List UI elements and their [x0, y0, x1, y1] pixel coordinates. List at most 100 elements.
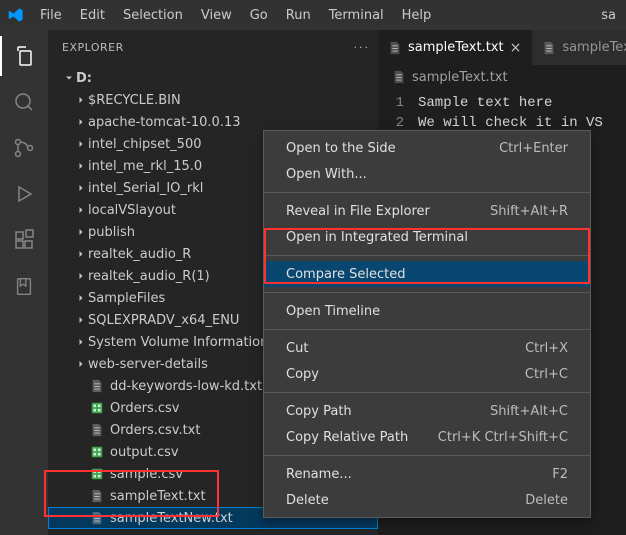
editor-tabs: sampleText.txt × sampleText	[378, 30, 626, 65]
table-icon	[88, 467, 106, 481]
ctx-item[interactable]: Open to the Side Ctrl+Enter	[264, 135, 590, 161]
close-icon[interactable]: ×	[510, 40, 522, 56]
ctx-item[interactable]: Cut Ctrl+X	[264, 335, 590, 361]
tree-item-label: intel_Serial_IO_rkl	[88, 181, 203, 196]
ctx-item[interactable]: Open Timeline	[264, 298, 590, 324]
tree-item-label: sampleTextNew.txt	[110, 511, 233, 526]
separator	[264, 292, 590, 293]
explorer-icon[interactable]	[0, 36, 48, 76]
menu-terminal[interactable]: Terminal	[321, 4, 392, 27]
ctx-label: Rename...	[286, 467, 352, 482]
run-debug-icon[interactable]	[0, 174, 48, 214]
file-icon	[88, 511, 106, 525]
tree-item-label: web-server-details	[88, 357, 208, 372]
tree-item-label: dd-keywords-low-kd.txt	[110, 379, 262, 394]
ctx-item[interactable]: Reveal in File Explorer Shift+Alt+R	[264, 198, 590, 224]
tree-root-label: D:	[76, 71, 92, 86]
tree-item-label: output.csv	[110, 445, 179, 460]
menu-file[interactable]: File	[32, 4, 70, 27]
tree-item-label: apache-tomcat-10.0.13	[88, 115, 241, 130]
more-icon[interactable]: ···	[354, 41, 371, 54]
separator	[264, 392, 590, 393]
chevron-right-icon	[74, 336, 88, 348]
tree-item-label: realtek_audio_R	[88, 247, 191, 262]
tree-item-label: $RECYCLE.BIN	[88, 93, 181, 108]
ctx-item[interactable]: Open With...	[264, 161, 590, 187]
chevron-right-icon	[74, 358, 88, 370]
ctx-item[interactable]: Open in Integrated Terminal	[264, 224, 590, 250]
ctx-label: Open With...	[286, 167, 367, 182]
chevron-right-icon	[74, 226, 88, 238]
source-control-icon[interactable]	[0, 128, 48, 168]
ctx-hint: F2	[552, 467, 568, 482]
table-icon	[88, 445, 106, 459]
tree-item-label: sample.csv	[110, 467, 183, 482]
ctx-label: Open Timeline	[286, 304, 380, 319]
file-icon	[388, 41, 402, 55]
extensions-icon[interactable]	[0, 220, 48, 260]
ctx-hint: Ctrl+Enter	[499, 141, 568, 156]
tree-item-label: Orders.csv.txt	[110, 423, 200, 438]
code-text: Sample text here	[418, 93, 552, 113]
menu-selection[interactable]: Selection	[115, 4, 191, 27]
chevron-right-icon	[74, 182, 88, 194]
menubar: File Edit Selection View Go Run Terminal…	[0, 0, 626, 30]
ctx-item[interactable]: Rename... F2	[264, 461, 590, 487]
ctx-label: Delete	[286, 493, 329, 508]
chevron-down-icon	[62, 72, 76, 84]
menu-help[interactable]: Help	[394, 4, 440, 27]
tree-item-label: SampleFiles	[88, 291, 165, 306]
separator	[264, 329, 590, 330]
file-icon	[88, 423, 106, 437]
chevron-right-icon	[74, 94, 88, 106]
chevron-right-icon	[74, 160, 88, 172]
file-icon	[88, 379, 106, 393]
tab-sampletext[interactable]: sampleText.txt ×	[378, 30, 532, 65]
menu-go[interactable]: Go	[242, 4, 276, 27]
title-fragment: sa	[601, 8, 620, 23]
tree-item[interactable]: $RECYCLE.BIN	[48, 89, 378, 111]
ctx-hint: Delete	[525, 493, 568, 508]
breadcrumb[interactable]: sampleText.txt	[378, 65, 626, 89]
chevron-right-icon	[74, 270, 88, 282]
ctx-item[interactable]: Copy Ctrl+C	[264, 361, 590, 387]
tab-sampletext2[interactable]: sampleText	[532, 30, 626, 65]
ctx-hint: Ctrl+X	[525, 341, 568, 356]
tree-root[interactable]: D:	[48, 67, 378, 89]
explorer-title: EXPLORER	[62, 41, 124, 54]
table-icon	[88, 401, 106, 415]
separator	[264, 192, 590, 193]
bookmark-icon[interactable]	[0, 266, 48, 306]
explorer-header: EXPLORER ···	[48, 30, 378, 65]
chevron-right-icon	[74, 292, 88, 304]
tree-item-label: intel_chipset_500	[88, 137, 202, 152]
ctx-item[interactable]: Delete Delete	[264, 487, 590, 513]
menu-edit[interactable]: Edit	[72, 4, 113, 27]
ctx-hint: Ctrl+C	[525, 367, 568, 382]
breadcrumb-label: sampleText.txt	[412, 70, 508, 85]
search-icon[interactable]	[0, 82, 48, 122]
vscode-icon	[6, 5, 26, 25]
tree-item-label: System Volume Information	[88, 335, 268, 350]
ctx-item[interactable]: Compare Selected	[264, 261, 590, 287]
ctx-label: Copy Relative Path	[286, 430, 408, 445]
menu-run[interactable]: Run	[278, 4, 319, 27]
ctx-label: Reveal in File Explorer	[286, 204, 430, 219]
ctx-label: Cut	[286, 341, 308, 356]
tree-item-label: realtek_audio_R(1)	[88, 269, 210, 284]
chevron-right-icon	[74, 314, 88, 326]
tree-item-label: sampleText.txt	[110, 489, 206, 504]
separator	[264, 255, 590, 256]
tab-label: sampleText.txt	[408, 40, 504, 55]
chevron-right-icon	[74, 116, 88, 128]
ctx-label: Copy	[286, 367, 319, 382]
ctx-item[interactable]: Copy PathShift+Alt+C	[264, 398, 590, 424]
tree-item-label: Orders.csv	[110, 401, 179, 416]
ctx-item[interactable]: Copy Relative PathCtrl+K Ctrl+Shift+C	[264, 424, 590, 450]
ctx-label: Open in Integrated Terminal	[286, 230, 468, 245]
line-number: 1	[378, 93, 418, 113]
ctx-hint: Shift+Alt+R	[490, 204, 568, 219]
chevron-right-icon	[74, 138, 88, 150]
ctx-label: Open to the Side	[286, 141, 396, 156]
menu-view[interactable]: View	[193, 4, 240, 27]
